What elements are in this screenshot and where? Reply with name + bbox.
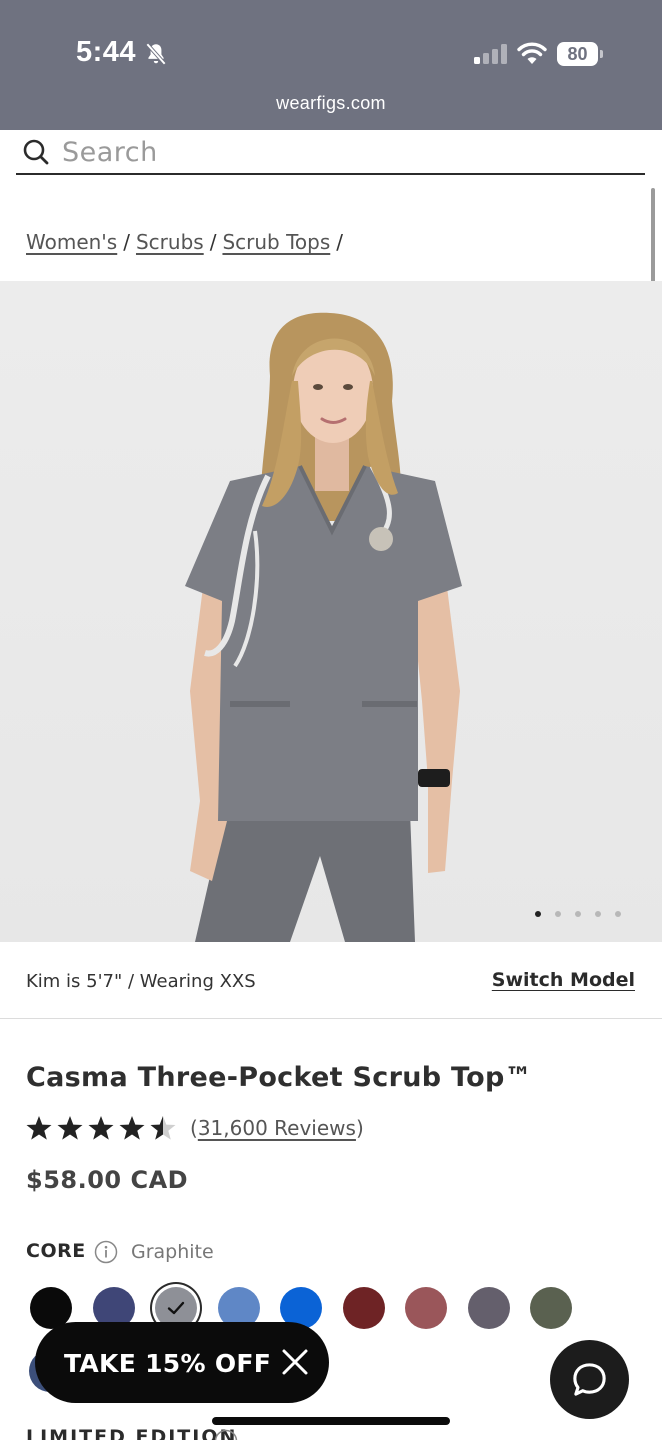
- close-icon[interactable]: [281, 1348, 309, 1376]
- color-swatch-charcoal[interactable]: [467, 1287, 510, 1329]
- selected-color-name: Graphite: [131, 1241, 214, 1263]
- status-bar: 5:44 80 wearfigs.com: [0, 0, 662, 130]
- color-group-header: CORE Graphite: [26, 1240, 214, 1266]
- color-swatch-mauve[interactable]: [405, 1287, 447, 1329]
- info-icon[interactable]: [214, 1429, 238, 1440]
- limited-edition-label: LIMITED EDITION: [26, 1426, 238, 1440]
- home-indicator[interactable]: [212, 1417, 450, 1425]
- gallery-dot[interactable]: [535, 911, 541, 917]
- reviews-close-paren: ): [355, 1116, 364, 1140]
- search-input[interactable]: [62, 134, 622, 170]
- reviews-open-paren: (: [190, 1116, 198, 1140]
- color-swatch-burgundy[interactable]: [342, 1287, 385, 1329]
- chat-bubble-icon: [573, 1363, 606, 1396]
- product-photo: [185, 312, 462, 942]
- switch-model-link[interactable]: Switch Model: [492, 969, 635, 991]
- product-title: Casma Three-Pocket Scrub Top™: [26, 1062, 532, 1093]
- gallery-dot[interactable]: [555, 911, 561, 917]
- rating-stars-icon: [26, 1116, 176, 1140]
- breadcrumb-womens[interactable]: Women's: [26, 230, 117, 254]
- reviews-count[interactable]: 31,600 Reviews: [198, 1116, 356, 1140]
- bell-slash-icon: [145, 42, 167, 66]
- status-time: 5:44: [76, 36, 137, 68]
- color-group-label: CORE: [26, 1240, 86, 1262]
- gallery-dot[interactable]: [575, 911, 581, 917]
- promo-banner[interactable]: TAKE 15% OFF: [35, 1322, 329, 1403]
- breadcrumb-separator: /: [209, 230, 217, 254]
- breadcrumb-separator: /: [123, 230, 130, 254]
- gallery-dot[interactable]: [595, 911, 601, 917]
- url-bar[interactable]: wearfigs.com: [0, 93, 662, 114]
- gallery-dot[interactable]: [615, 911, 621, 917]
- reviews-link[interactable]: (31,600 Reviews): [190, 1116, 364, 1140]
- product-price: $58.00 CAD: [26, 1166, 189, 1194]
- product-image[interactable]: [0, 281, 662, 942]
- search-icon[interactable]: [22, 138, 50, 166]
- breadcrumb-separator: /: [336, 230, 344, 254]
- chat-button[interactable]: [550, 1340, 629, 1419]
- model-info-text: Kim is 5'7" / Wearing XXS: [26, 971, 256, 992]
- color-swatch-olive[interactable]: [530, 1287, 572, 1329]
- breadcrumb-scrubs[interactable]: Scrubs: [136, 230, 204, 254]
- breadcrumb-scrub-tops[interactable]: Scrub Tops: [222, 230, 330, 254]
- promo-label[interactable]: TAKE 15% OFF: [64, 1349, 271, 1378]
- search-bar[interactable]: [16, 130, 645, 175]
- breadcrumb: Women's / Scrubs / Scrub Tops /: [26, 230, 349, 254]
- checkmark-icon: [167, 1301, 185, 1315]
- model-info-row: Kim is 5'7" / Wearing XXS Switch Model: [0, 942, 662, 1019]
- battery-level: 80: [567, 44, 588, 64]
- info-icon[interactable]: [94, 1240, 118, 1264]
- wifi-icon: [517, 42, 547, 64]
- signal-icon: [474, 44, 507, 64]
- battery-icon: 80: [557, 42, 603, 66]
